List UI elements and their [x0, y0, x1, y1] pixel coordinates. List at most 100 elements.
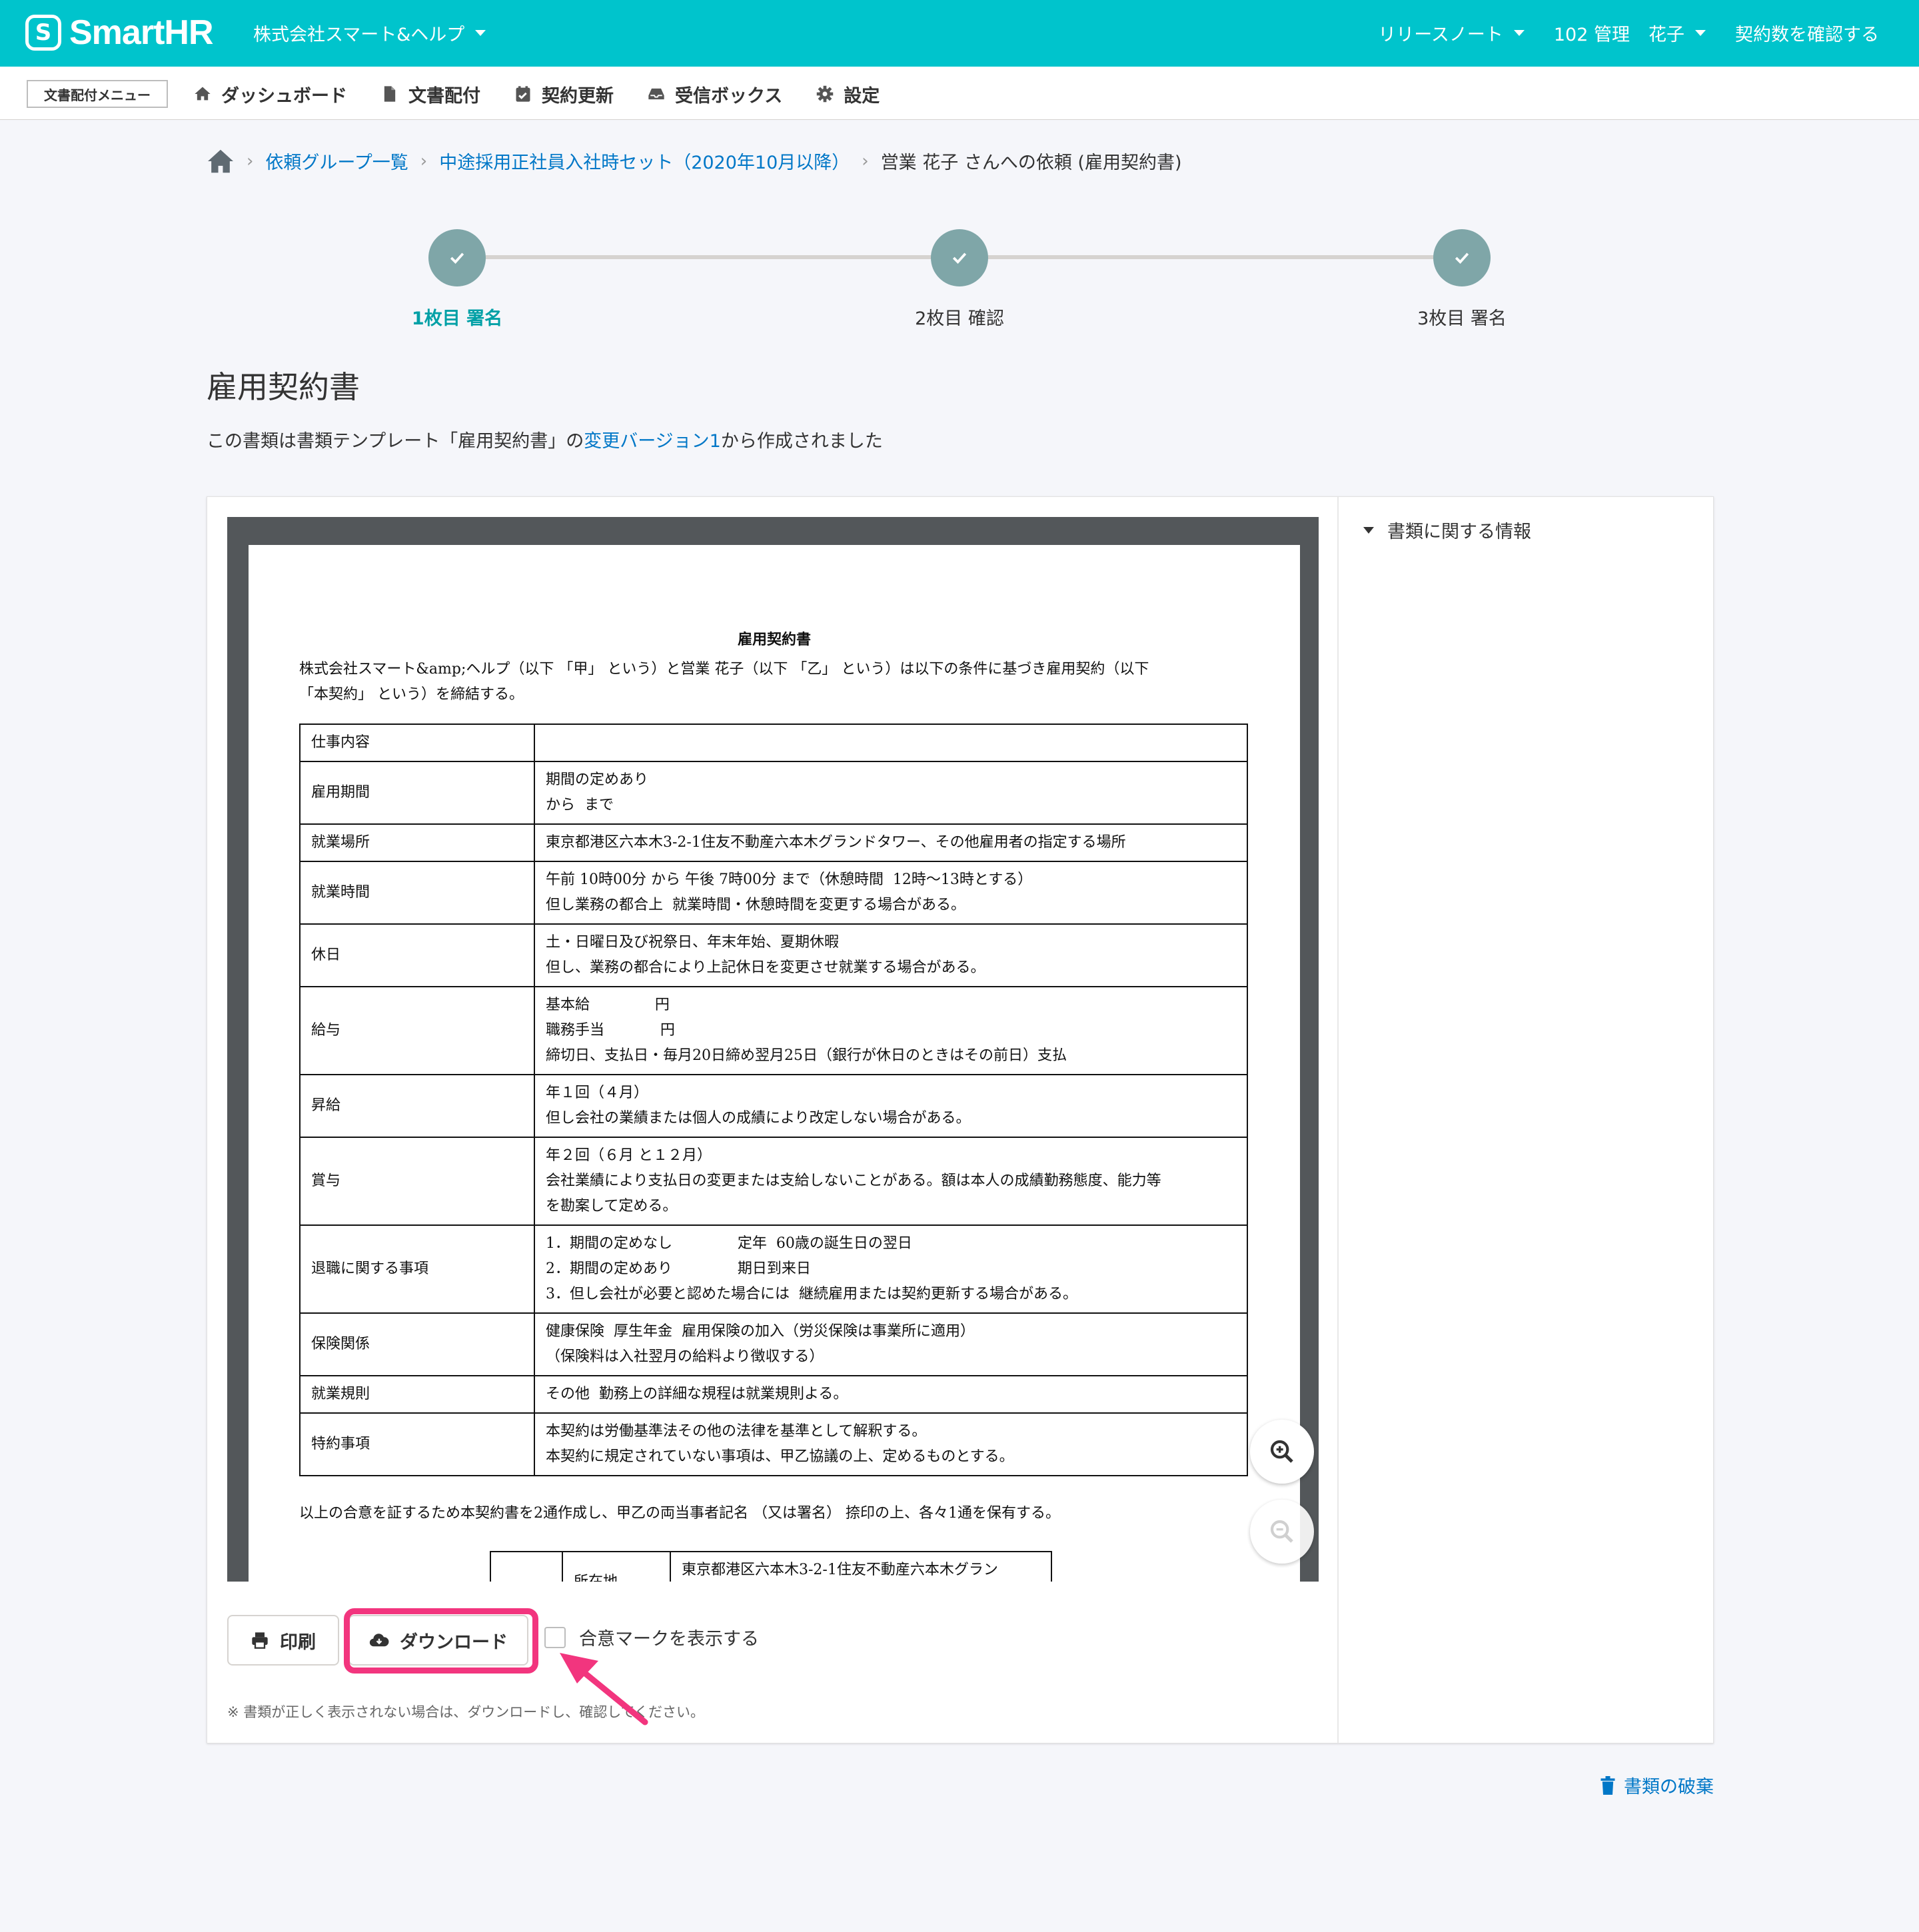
- document-info-toggle[interactable]: 書類に関する情報: [1363, 517, 1531, 543]
- contract-row-key: 賞与: [299, 1137, 535, 1226]
- contract-row-line: を勘案して定める。: [546, 1198, 678, 1214]
- contract-row-key: 雇用期間: [299, 761, 535, 825]
- contract-row-line: 土・日曜日及び祝祭日、年末年始、夏期休暇: [546, 934, 840, 951]
- tenant-name: 株式会社スマート&ヘルプ: [253, 25, 465, 45]
- step-2-check-icon[interactable]: [931, 229, 988, 286]
- contract-row-line: 健康保険 厚生年金 雇用保険の加入（労災保険は事業所に適用）: [546, 1323, 975, 1340]
- home-icon[interactable]: [207, 149, 235, 174]
- contract-row-value: 基本給 円職務手当 円締切日、支払日・毎月20日締め翌月25日（銀行が休日のとき…: [534, 986, 1248, 1075]
- zoom-out-button[interactable]: [1250, 1500, 1314, 1564]
- logo-text: SmartHR: [69, 13, 213, 52]
- desc-prefix: この書類は書類テンプレート「雇用契約書」の: [207, 431, 584, 452]
- contract-row-key: 特約事項: [299, 1412, 535, 1476]
- step-connector: [988, 255, 1435, 259]
- page-title: 雇用契約書: [207, 369, 360, 405]
- tenant-switcher[interactable]: 株式会社スマート&ヘルプ: [253, 20, 486, 46]
- contract-row-key: 退職に関する事項: [299, 1224, 535, 1314]
- sub-navigation: 文書配付メニュー ダッシュボード 文書配付 契約更新 受信ボックス 設定: [0, 67, 1919, 120]
- step-3-label: 3枚目 署名: [1417, 308, 1507, 329]
- contract-row: 給与 基本給 円職務手当 円締切日、支払日・毎月20日締め翌月25日（銀行が休日の…: [299, 986, 1248, 1075]
- subnav-item-label: 設定: [844, 85, 880, 107]
- subnav-menu-label: 文書配付メニュー: [27, 80, 168, 108]
- document-intro: 株式会社スマート&amp;ヘルプ（以下 「甲」 という）と営業 花子（以下 「乙…: [299, 657, 1252, 708]
- contract-row-value: 東京都港区六本木3-2-1住友不動産六本木グランドタワー、その他雇用者の指定する…: [534, 823, 1248, 862]
- contract-row: 就業時間 午前 10時00分 から 午後 7時00分 まで（休憩時間 12時～13…: [299, 861, 1248, 925]
- contract-row-value: その他 勤務上の詳細な規程は就業規則よる。: [534, 1375, 1248, 1414]
- template-version-link[interactable]: 変更バージョン1: [584, 431, 721, 452]
- breadcrumb-current: 営業 花子 さんへの依頼 (雇用契約書): [880, 153, 1182, 173]
- inbox-icon: [648, 88, 664, 100]
- signature-cell: [490, 1551, 563, 1582]
- smarthr-logo[interactable]: S SmartHR: [25, 12, 213, 53]
- contract-row: 昇給 年１回（４月） 但し会社の業績または個人の成績により改定しない場合がある。: [299, 1074, 1248, 1138]
- contract-row-line: 但し、業務の都合により上記休日を変更させ就業する場合がある。: [546, 959, 985, 976]
- caret-down-icon: [1363, 526, 1374, 534]
- subnav-item-label: ダッシュボード: [221, 85, 347, 107]
- contract-row-key: 給与: [299, 986, 535, 1075]
- contract-row-value: 本契約は労働基準法その他の法律を基準として解釈する。 本契約に規定されていない事項…: [534, 1412, 1248, 1476]
- contract-row-line: 基本給 円: [546, 997, 670, 1013]
- release-notes-label: リリースノート: [1378, 25, 1503, 45]
- consent-mark-checkbox[interactable]: [544, 1626, 566, 1648]
- trash-icon: [1600, 1775, 1615, 1795]
- desc-suffix: から作成されました: [720, 431, 883, 452]
- signature-table: 所在地 東京都港区六本木3-2-1住友不動産六本木グラン: [490, 1551, 1052, 1582]
- chevron-right-icon: ›: [247, 151, 254, 171]
- contract-row: 保険関係 健康保険 厚生年金 雇用保険の加入（労災保険は事業所に適用） （保険料は入…: [299, 1312, 1248, 1376]
- signature-address: 東京都港区六本木3-2-1住友不動産六本木グラン: [670, 1551, 1052, 1582]
- chevron-down-icon: [1513, 30, 1525, 36]
- contract-row: 賞与 年２回（６月 と１２月） 会社業績により支払日の変更または支給しないことがある…: [299, 1137, 1248, 1226]
- gear-icon: [816, 85, 834, 103]
- intro-line: 株式会社スマート&amp;ヘルプ（以下 「甲」 という）と営業 花子（以下 「乙…: [299, 661, 1149, 678]
- subnav-item-inbox[interactable]: 受信ボックス: [647, 81, 782, 107]
- contract-row-value: 年２回（６月 と１２月） 会社業績により支払日の変更または支給しないことがある。額…: [534, 1137, 1248, 1226]
- discard-label: 書類の破棄: [1624, 1777, 1714, 1797]
- chevron-right-icon: ›: [862, 151, 869, 171]
- contract-row-key: 仕事内容: [299, 724, 535, 762]
- subnav-item-documents[interactable]: 文書配付: [380, 81, 480, 107]
- contract-row: 就業規則 その他 勤務上の詳細な規程は就業規則よる。: [299, 1375, 1248, 1414]
- release-notes-menu[interactable]: リリースノート: [1378, 20, 1525, 46]
- contract-row-value: 期間の定めあり から まで: [534, 761, 1248, 825]
- contract-row-value: 1．期間の定めなし 定年 60歳の誕生日の翌日 2．期間の定めあり 期日到来日 3．…: [534, 1224, 1248, 1314]
- document-page: 雇用契約書 株式会社スマート&amp;ヘルプ（以下 「甲」 という）と営業 花子…: [249, 545, 1300, 1582]
- subnav-item-dashboard[interactable]: ダッシュボード: [193, 81, 347, 107]
- contract-row-key: 休日: [299, 923, 535, 987]
- document-footer: 以上の合意を証するため本契約書を2通作成し、甲乙の両当事者記名 （又は署名） 捺…: [299, 1505, 1060, 1522]
- contract-row-line: 職務手当 円: [546, 1022, 675, 1039]
- annotation-arrow-icon: [560, 1653, 648, 1725]
- contract-row: 仕事内容: [299, 724, 1248, 762]
- subnav-item-label: 文書配付: [408, 85, 480, 107]
- document-card: 雇用契約書 株式会社スマート&amp;ヘルプ（以下 「甲」 という）と営業 花子…: [207, 496, 1714, 1743]
- contract-row-line: 但し会社の業績または個人の成績により改定しない場合がある。: [546, 1110, 971, 1127]
- breadcrumb-link-request-groups[interactable]: 依頼グループ一覧: [265, 148, 408, 174]
- contract-row-value: [534, 724, 1248, 762]
- contract-row-value: 健康保険 厚生年金 雇用保険の加入（労災保険は事業所に適用） （保険料は入社翌月の…: [534, 1312, 1248, 1376]
- contract-row: 退職に関する事項 1．期間の定めなし 定年 60歳の誕生日の翌日 2．期間の定めあり…: [299, 1224, 1248, 1314]
- contract-row-value: 年１回（４月） 但し会社の業績または個人の成績により改定しない場合がある。: [534, 1074, 1248, 1138]
- contract-row-line: 年１回（４月）: [546, 1085, 649, 1101]
- step-connector: [486, 255, 933, 259]
- contract-row: 特約事項 本契約は労働基準法その他の法律を基準として解釈する。 本契約に規定されてい…: [299, 1412, 1248, 1476]
- contract-row: 雇用期間 期間の定めあり から まで: [299, 761, 1248, 825]
- breadcrumb-link-group-set[interactable]: 中途採用正社員入社時セット（2020年10月以降）: [439, 148, 850, 174]
- step-1-check-icon[interactable]: [428, 229, 486, 286]
- consent-mark-option[interactable]: 合意マークを表示する: [544, 1624, 759, 1650]
- document-viewer[interactable]: 雇用契約書 株式会社スマート&amp;ヘルプ（以下 「甲」 という）と営業 花子…: [227, 517, 1319, 1582]
- step-1-label: 1枚目 署名: [411, 308, 503, 329]
- chevron-down-icon: [475, 30, 486, 36]
- contract-check-link[interactable]: 契約数を確認する: [1735, 20, 1879, 46]
- subnav-item-renewal[interactable]: 契約更新: [514, 81, 614, 107]
- step-3-check-icon[interactable]: [1433, 229, 1491, 286]
- user-menu[interactable]: 102 管理 花子: [1554, 20, 1706, 46]
- subnav-item-settings[interactable]: 設定: [816, 81, 880, 107]
- contract-row-value: 土・日曜日及び祝祭日、年末年始、夏期休暇但し、業務の都合により上記休日を変更させ…: [534, 923, 1248, 987]
- contract-row-line: 1．期間の定めなし 定年 60歳の誕生日の翌日: [546, 1235, 912, 1252]
- zoom-in-button[interactable]: [1250, 1420, 1314, 1484]
- progress-stepper: 1枚目 署名 2枚目 確認 3枚目 署名: [0, 227, 1919, 333]
- discard-document-link[interactable]: 書類の破棄: [1600, 1772, 1714, 1798]
- home-icon: [195, 87, 211, 101]
- print-button[interactable]: 印刷: [227, 1615, 339, 1666]
- signature-label: 所在地: [562, 1551, 671, 1582]
- contract-row-line: （保険料は入社翌月の給料より徴収する）: [546, 1348, 824, 1365]
